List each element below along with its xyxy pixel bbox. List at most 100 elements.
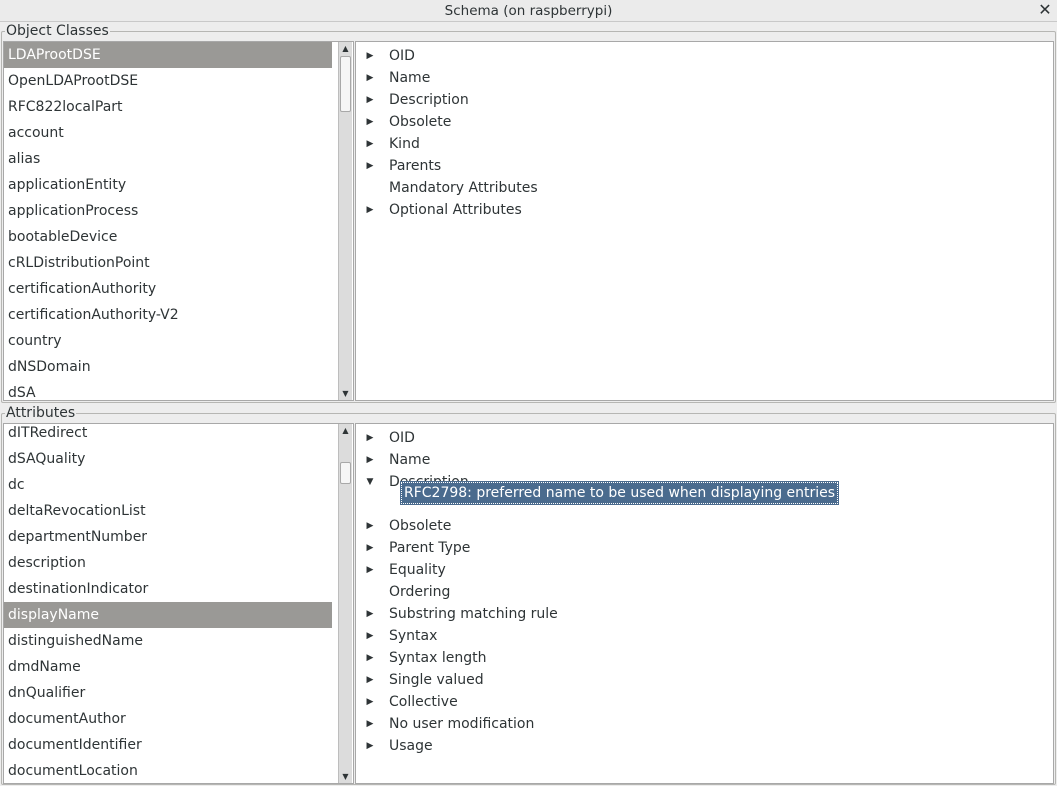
list-item[interactable]: dNSDomain	[4, 354, 332, 380]
tree-row-kind[interactable]: ▶ Kind	[356, 133, 1046, 155]
tree-row-label: Description	[389, 92, 469, 108]
attributes-scrollbar[interactable]: ▲ ▼	[338, 424, 352, 783]
list-item[interactable]: bootableDevice	[4, 224, 332, 250]
attributes-list[interactable]: dITRedirect dSAQuality dc deltaRevocationLi…	[3, 423, 354, 784]
tree-row-equality[interactable]: ▶ Equality	[356, 559, 1046, 581]
tree-row-label: Collective	[389, 694, 458, 710]
tree-row-single-valued[interactable]: ▶ Single valued	[356, 669, 1046, 691]
collapsed-arrow-icon[interactable]: ▶	[364, 647, 376, 669]
list-item[interactable]: account	[4, 120, 332, 146]
collapsed-arrow-icon[interactable]: ▶	[364, 155, 376, 177]
tree-row-obsolete[interactable]: ▶ Obsolete	[356, 111, 1046, 133]
tree-row-name[interactable]: ▶ Name	[356, 449, 1046, 471]
collapsed-arrow-icon[interactable]: ▶	[364, 427, 376, 449]
tree-row-substring-matching-rule[interactable]: ▶ Substring matching rule	[356, 603, 1046, 625]
list-item[interactable]: destinationIndicator	[4, 576, 332, 602]
tree-row-label: Obsolete	[389, 518, 452, 534]
scroll-up-icon[interactable]: ▲	[339, 42, 352, 55]
tree-row-label: Name	[389, 70, 431, 86]
list-item[interactable]: description	[4, 550, 332, 576]
object-classes-list[interactable]: LDAProotDSE OpenLDAProotDSE RFC822localPar…	[3, 41, 354, 401]
tree-row-label: Usage	[389, 738, 433, 754]
collapsed-arrow-icon[interactable]: ▶	[364, 199, 376, 221]
list-item[interactable]: applicationEntity	[4, 172, 332, 198]
tree-row-label: Substring matching rule	[389, 606, 558, 622]
collapsed-arrow-icon[interactable]: ▶	[364, 67, 376, 89]
title-bar: Schema (on raspberrypi) ✕	[0, 0, 1057, 22]
scrollbar-thumb[interactable]	[340, 462, 351, 484]
list-item[interactable]: dSA	[4, 380, 332, 400]
object-classes-scrollbar[interactable]: ▲ ▼	[338, 42, 352, 400]
tree-row-syntax[interactable]: ▶ Syntax	[356, 625, 1046, 647]
collapsed-arrow-icon[interactable]: ▶	[364, 133, 376, 155]
tree-row-description[interactable]: ▶ Description	[356, 89, 1046, 111]
list-item[interactable]: dmdName	[4, 654, 332, 680]
tree-row-mandatory-attributes[interactable]: Mandatory Attributes	[356, 177, 1046, 199]
tree-row-label: Parent Type	[389, 540, 471, 556]
collapsed-arrow-icon[interactable]: ▶	[364, 625, 376, 647]
tree-row-name[interactable]: ▶ Name	[356, 67, 1046, 89]
list-item[interactable]: OpenLDAProotDSE	[4, 68, 332, 94]
tree-row-syntax-length[interactable]: ▶ Syntax length	[356, 647, 1046, 669]
scroll-down-icon[interactable]: ▼	[339, 387, 352, 400]
tree-row-parent-type[interactable]: ▶ Parent Type	[356, 537, 1046, 559]
close-icon[interactable]: ✕	[1036, 1, 1054, 19]
list-item[interactable]: applicationProcess	[4, 198, 332, 224]
object-class-details-tree[interactable]: ▶ OID ▶ Name ▶ Description ▶ Obsolete ▶ Kind ▶ Pare…	[355, 41, 1054, 401]
collapsed-arrow-icon[interactable]: ▶	[364, 89, 376, 111]
list-item[interactable]: departmentNumber	[4, 524, 332, 550]
attribute-details-tree[interactable]: ▶OID▶Name▼Description▶Obsolete▶Parent Ty…	[355, 423, 1054, 784]
tree-row-label: Kind	[389, 136, 420, 152]
tree-row-oid[interactable]: ▶ OID	[356, 45, 1046, 67]
tree-row-parents[interactable]: ▶ Parents	[356, 155, 1046, 177]
tree-row-oid[interactable]: ▶ OID	[356, 427, 1046, 449]
list-item[interactable]: dnQualifier	[4, 680, 332, 706]
tree-row-ordering[interactable]: Ordering	[356, 581, 1046, 603]
collapsed-arrow-icon[interactable]: ▶	[364, 559, 376, 581]
tree-row-label: Syntax	[389, 628, 438, 644]
tree-row-label: Optional Attributes	[389, 202, 522, 218]
object-classes-label: Object Classes	[5, 23, 110, 39]
tree-row-label: Mandatory Attributes	[389, 180, 538, 196]
collapsed-arrow-icon[interactable]: ▶	[364, 713, 376, 735]
scrollbar-thumb[interactable]	[340, 56, 351, 112]
tree-row-label: No user modification	[389, 716, 535, 732]
list-item[interactable]: documentLocation	[4, 758, 332, 783]
list-item[interactable]: documentAuthor	[4, 706, 332, 732]
tree-row-optional-attributes[interactable]: ▶ Optional Attributes	[356, 199, 1046, 221]
attributes-label: Attributes	[5, 405, 77, 421]
list-item[interactable]: dITRedirect	[4, 424, 332, 446]
collapsed-arrow-icon[interactable]: ▶	[364, 691, 376, 713]
list-item[interactable]: country	[4, 328, 332, 354]
collapsed-arrow-icon[interactable]: ▶	[364, 537, 376, 559]
list-item[interactable]: certificationAuthority-V2	[4, 302, 332, 328]
collapsed-arrow-icon[interactable]: ▶	[364, 515, 376, 537]
list-item[interactable]: dSAQuality	[4, 446, 332, 472]
collapsed-arrow-icon[interactable]: ▶	[364, 45, 376, 67]
list-item[interactable]: deltaRevocationList	[4, 498, 332, 524]
scroll-up-icon[interactable]: ▲	[339, 424, 352, 437]
tree-row-label: Obsolete	[389, 114, 452, 130]
collapsed-arrow-icon[interactable]: ▶	[364, 111, 376, 133]
scroll-down-icon[interactable]: ▼	[339, 770, 352, 783]
list-item[interactable]: alias	[4, 146, 332, 172]
expanded-arrow-icon[interactable]: ▼	[364, 471, 376, 493]
tree-row-no-user-modification[interactable]: ▶ No user modification	[356, 713, 1046, 735]
tree-row-usage[interactable]: ▶ Usage	[356, 735, 1046, 757]
list-item[interactable]: documentIdentifier	[4, 732, 332, 758]
tree-row-label: OID	[389, 48, 415, 64]
list-item[interactable]: RFC822localPart	[4, 94, 332, 120]
collapsed-arrow-icon[interactable]: ▶	[364, 735, 376, 757]
tree-row-collective[interactable]: ▶ Collective	[356, 691, 1046, 713]
list-item[interactable]: distinguishedName	[4, 628, 332, 654]
list-item[interactable]: displayName	[4, 602, 332, 628]
list-item[interactable]: certificationAuthority	[4, 276, 332, 302]
collapsed-arrow-icon[interactable]: ▶	[364, 449, 376, 471]
description-value[interactable]: RFC2798: preferred name to be used when …	[399, 481, 840, 505]
list-item[interactable]: cRLDistributionPoint	[4, 250, 332, 276]
collapsed-arrow-icon[interactable]: ▶	[364, 669, 376, 691]
collapsed-arrow-icon[interactable]: ▶	[364, 603, 376, 625]
list-item[interactable]: LDAProotDSE	[4, 42, 332, 68]
list-item[interactable]: dc	[4, 472, 332, 498]
tree-row-obsolete[interactable]: ▶ Obsolete	[356, 515, 1046, 537]
